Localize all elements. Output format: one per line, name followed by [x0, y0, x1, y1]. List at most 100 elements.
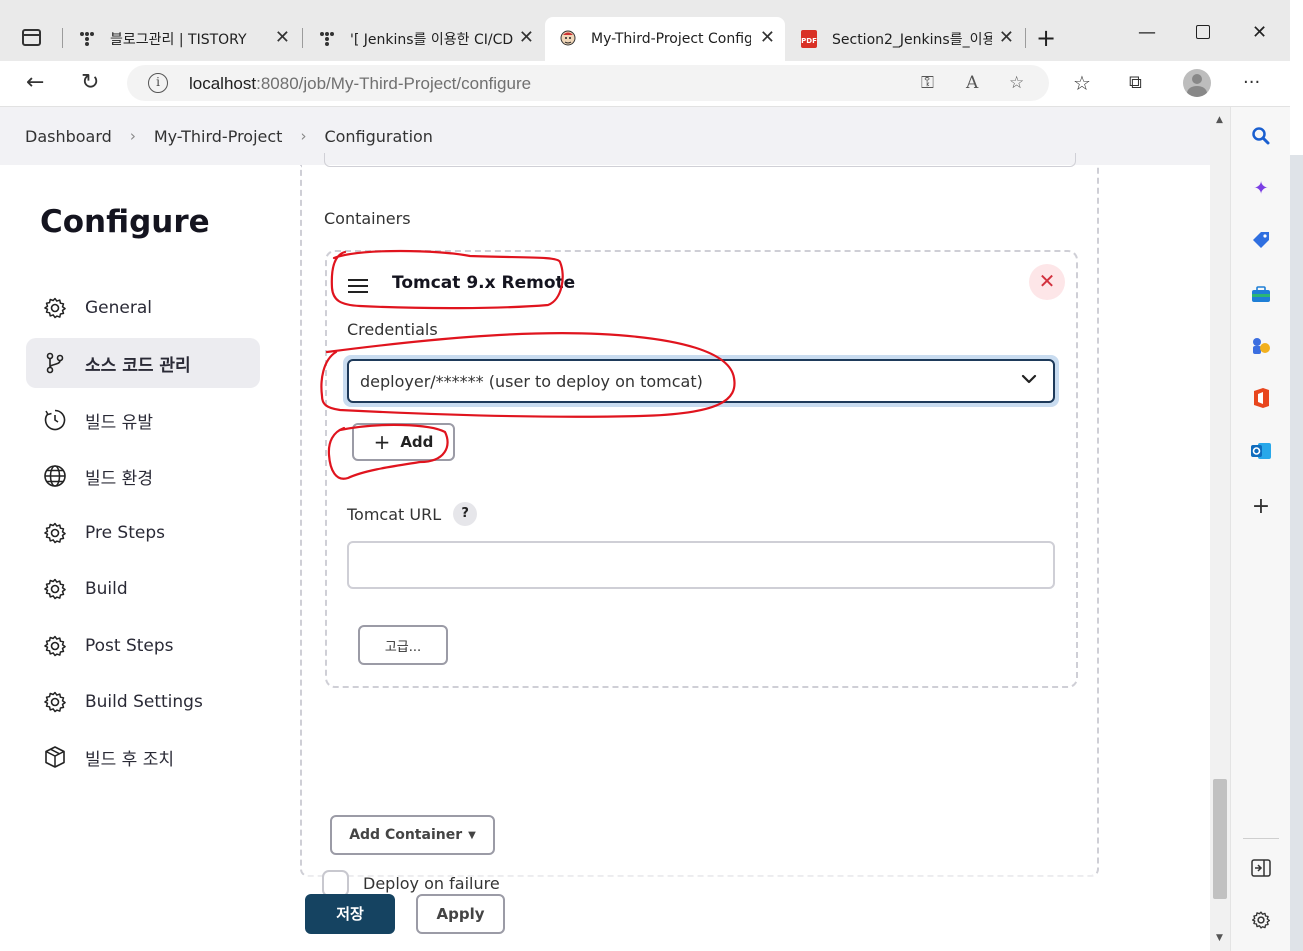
- add-favorite-icon[interactable]: ☆: [1009, 73, 1024, 93]
- back-icon[interactable]: ←: [26, 71, 44, 95]
- tomcat-url-label: Tomcat URL ?: [347, 502, 478, 526]
- address-toolbar: ← ↻ i localhost:8080/job/My-Third-Projec…: [0, 61, 1303, 107]
- deploy-on-failure-label[interactable]: Deploy on failure: [363, 874, 500, 893]
- sidebar-item-scm[interactable]: 소스 코드 관리: [26, 338, 260, 388]
- sidebar-item-build[interactable]: Build: [26, 564, 260, 614]
- collections-icon[interactable]: ⧉: [1129, 71, 1142, 95]
- minimize-icon[interactable]: —: [1138, 22, 1156, 43]
- apply-button[interactable]: Apply: [416, 894, 505, 934]
- outlook-icon[interactable]: [1250, 440, 1272, 462]
- tab-title: '[ Jenkins를 이용한 CI/CD: [350, 32, 514, 48]
- chevron-right-icon: ›: [129, 127, 136, 145]
- drag-handle-icon[interactable]: [348, 279, 368, 293]
- refresh-icon[interactable]: ↻: [81, 71, 99, 95]
- sidebar-item-label: 빌드 후 조치: [85, 749, 175, 770]
- breadcrumb-project[interactable]: My-Third-Project: [154, 127, 283, 146]
- add-credentials-button[interactable]: + Add: [352, 423, 455, 461]
- breadcrumb-configuration[interactable]: Configuration: [324, 127, 433, 146]
- credentials-select[interactable]: deployer/****** (user to deploy on tomca…: [347, 359, 1055, 403]
- tab-actions-icon[interactable]: [22, 29, 41, 46]
- credentials-selected-value: deployer/****** (user to deploy on tomca…: [360, 372, 703, 391]
- add-icon[interactable]: +: [1250, 494, 1272, 519]
- help-icon[interactable]: ?: [453, 502, 478, 526]
- sidebar-item-label: Post Steps: [85, 636, 174, 656]
- close-window-icon[interactable]: ✕: [1252, 22, 1267, 43]
- shopping-tag-icon[interactable]: [1250, 229, 1272, 251]
- sidebar-item-pre-steps[interactable]: Pre Steps: [26, 508, 260, 558]
- tomcat-url-input[interactable]: [347, 541, 1055, 589]
- browser-tab-bar: 블로그관리 | TISTORY ✕ '[ Jenkins를 이용한 CI/CD …: [0, 0, 1303, 61]
- tab-close-icon[interactable]: ✕: [999, 29, 1014, 47]
- sidebar-item-label: 빌드 유발: [85, 412, 153, 433]
- edge-sidebar: ✦ +: [1230, 107, 1290, 951]
- more-options-icon[interactable]: ···: [1243, 71, 1260, 95]
- clock-icon: [42, 407, 68, 433]
- search-icon[interactable]: [1250, 125, 1272, 147]
- tab-separator: [1025, 28, 1026, 48]
- browser-tab-1[interactable]: 블로그관리 | TISTORY ✕: [64, 17, 300, 61]
- chevron-right-icon: ›: [300, 127, 307, 145]
- browser-tab-3-active[interactable]: My-Third-Project Config ✕: [545, 17, 785, 61]
- save-button[interactable]: 저장: [305, 894, 395, 934]
- hide-sidebar-icon[interactable]: [1250, 857, 1272, 879]
- breadcrumb-dashboard[interactable]: Dashboard: [25, 127, 112, 146]
- settings-gear-icon[interactable]: [1250, 909, 1272, 931]
- credentials-label: Credentials: [347, 320, 438, 339]
- sidebar-item-build-environment[interactable]: 빌드 환경: [26, 451, 260, 501]
- sidebar-item-label: General: [85, 298, 152, 318]
- package-icon: [42, 744, 68, 770]
- tools-briefcase-icon[interactable]: [1250, 283, 1272, 305]
- scroll-down-icon[interactable]: ▼: [1216, 933, 1223, 943]
- tistory-icon: [78, 30, 96, 48]
- browser-tab-2[interactable]: '[ Jenkins를 이용한 CI/CD ✕: [304, 17, 544, 61]
- previous-field-input[interactable]: [324, 153, 1076, 167]
- sidebar-item-label: Build: [85, 579, 128, 599]
- browser-tab-4[interactable]: PDF Section2_Jenkins를_이용 ✕: [786, 17, 1024, 61]
- branch-icon: [42, 350, 68, 376]
- add-label: Add: [400, 433, 434, 451]
- advanced-button[interactable]: 고급...: [358, 625, 448, 665]
- games-icon[interactable]: [1250, 335, 1272, 357]
- tab-close-icon[interactable]: ✕: [275, 29, 290, 47]
- add-container-button[interactable]: Add Container ▼: [330, 815, 495, 855]
- sidebar-item-build-triggers[interactable]: 빌드 유발: [26, 395, 260, 445]
- container-title: Tomcat 9.x Remote: [392, 273, 576, 293]
- sidebar-item-build-settings[interactable]: Build Settings: [26, 677, 260, 727]
- deploy-on-failure-checkbox[interactable]: [322, 870, 349, 897]
- office-icon[interactable]: [1250, 387, 1272, 409]
- pdf-icon: PDF: [800, 30, 818, 48]
- containers-label: Containers: [324, 209, 411, 228]
- tab-close-icon[interactable]: ✕: [760, 29, 775, 47]
- favorites-icon[interactable]: ☆: [1073, 71, 1091, 95]
- tab-title: 블로그관리 | TISTORY: [110, 32, 247, 48]
- maximize-icon[interactable]: [1196, 25, 1210, 39]
- new-tab-icon[interactable]: +: [1036, 24, 1056, 52]
- address-bar[interactable]: i localhost:8080/job/My-Third-Project/co…: [127, 65, 1049, 101]
- scrollbar-thumb[interactable]: [1213, 779, 1227, 899]
- url-text[interactable]: localhost:8080/job/My-Third-Project/conf…: [189, 74, 531, 94]
- chevron-down-icon: [1021, 374, 1037, 384]
- caret-down-icon: ▼: [468, 829, 476, 841]
- sidebar-item-post-build-actions[interactable]: 빌드 후 조치: [26, 732, 260, 782]
- deploy-on-failure-row: Deploy on failure: [322, 870, 500, 897]
- divider: [1243, 838, 1279, 839]
- key-icon[interactable]: ⚿: [921, 73, 934, 93]
- copilot-sparkle-icon[interactable]: ✦: [1250, 177, 1272, 199]
- profile-avatar-icon[interactable]: [1183, 69, 1211, 97]
- sidebar-item-general[interactable]: General: [26, 283, 260, 333]
- form-section: Containers Tomcat 9.x Remote ✕ Credentia…: [300, 153, 1099, 877]
- site-info-icon[interactable]: i: [148, 73, 168, 93]
- sidebar-item-post-steps[interactable]: Post Steps: [26, 621, 260, 671]
- sidebar-item-label: Pre Steps: [85, 523, 165, 543]
- scroll-up-icon[interactable]: ▲: [1216, 115, 1223, 125]
- sidebar-item-label: 빌드 환경: [85, 468, 153, 489]
- read-aloud-icon[interactable]: A: [966, 73, 978, 93]
- tab-separator: [62, 28, 63, 48]
- tab-close-icon[interactable]: ✕: [519, 29, 534, 47]
- tab-title: My-Third-Project Config: [591, 31, 751, 47]
- page-scrollbar[interactable]: ▲ ▼: [1210, 107, 1230, 951]
- plus-icon: +: [373, 430, 391, 454]
- gear-icon: [42, 295, 68, 321]
- remove-container-button[interactable]: ✕: [1029, 264, 1065, 300]
- jenkins-icon: [559, 30, 577, 48]
